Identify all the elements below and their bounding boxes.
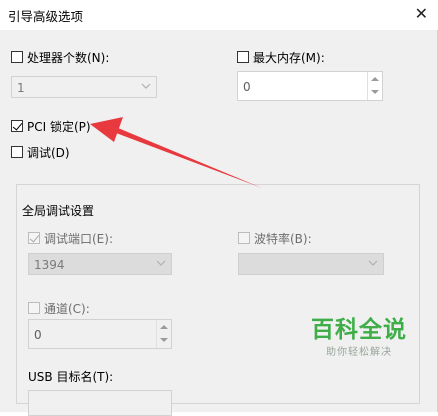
chevron-down-icon <box>368 260 378 266</box>
debug-port-label: 调试端口(E): <box>44 231 113 246</box>
close-icon[interactable]: ✕ <box>415 4 428 23</box>
spin-up-icon[interactable] <box>371 77 379 81</box>
window-title: 引导高级选项 <box>8 9 84 24</box>
max-memory-checkbox[interactable] <box>237 51 249 63</box>
debug-checkbox-row[interactable]: 调试(D) <box>11 144 70 160</box>
baud-rate-dropdown <box>238 253 384 275</box>
usb-target-label: USB 目标名(T): <box>28 370 114 384</box>
chevron-down-icon <box>156 260 166 266</box>
processors-checkbox-row[interactable]: 处理器个数(N): <box>11 49 109 65</box>
watermark-sub-text: 助你轻松解决 <box>326 347 392 358</box>
debug-label: 调试(D) <box>27 145 70 160</box>
spin-down-icon <box>160 338 168 342</box>
watermark-logo: 百科全说 助你轻松解决 <box>304 310 414 358</box>
pci-lock-checkbox[interactable] <box>11 120 23 132</box>
channel-spinner-buttons <box>156 320 171 348</box>
baud-rate-checkbox-row: 波特率(B): <box>238 230 312 246</box>
processors-checkbox[interactable] <box>11 51 23 63</box>
watermark-main-text: 百科全说 <box>311 317 407 343</box>
channel-checkbox-row: 通道(C): <box>28 300 90 316</box>
max-memory-value: 0 <box>243 80 251 94</box>
pci-lock-checkbox-row[interactable]: PCI 锁定(P) <box>11 118 91 134</box>
debug-port-checkbox-row: 调试端口(E): <box>28 230 113 246</box>
baud-rate-label: 波特率(B): <box>254 231 312 246</box>
max-memory-spinner-buttons[interactable] <box>367 72 382 100</box>
channel-checkbox <box>28 302 40 314</box>
processors-label: 处理器个数(N): <box>27 50 110 65</box>
debug-port-checkbox <box>28 232 40 244</box>
spin-down-icon[interactable] <box>371 90 379 94</box>
max-memory-spinner[interactable]: 0 <box>237 71 383 101</box>
debug-port-value: 1394 <box>34 258 65 272</box>
debug-port-dropdown: 1394 <box>28 253 172 275</box>
debug-checkbox[interactable] <box>11 146 23 158</box>
channel-value: 0 <box>34 328 42 342</box>
max-memory-label: 最大内存(M): <box>253 50 325 65</box>
baud-rate-checkbox <box>238 232 250 244</box>
channel-spinner: 0 <box>28 319 172 349</box>
channel-label: 通道(C): <box>44 301 90 316</box>
usb-target-input <box>28 390 172 416</box>
spin-up-icon <box>160 325 168 329</box>
processors-value: 1 <box>17 81 25 95</box>
max-memory-checkbox-row[interactable]: 最大内存(M): <box>237 49 325 65</box>
processors-dropdown[interactable]: 1 <box>11 76 157 98</box>
title-bar: 引导高级选项 ✕ <box>0 0 438 30</box>
global-debug-group-label: 全局调试设置 <box>20 202 97 219</box>
chevron-down-icon <box>141 83 151 89</box>
pci-lock-label: PCI 锁定(P) <box>27 119 91 134</box>
